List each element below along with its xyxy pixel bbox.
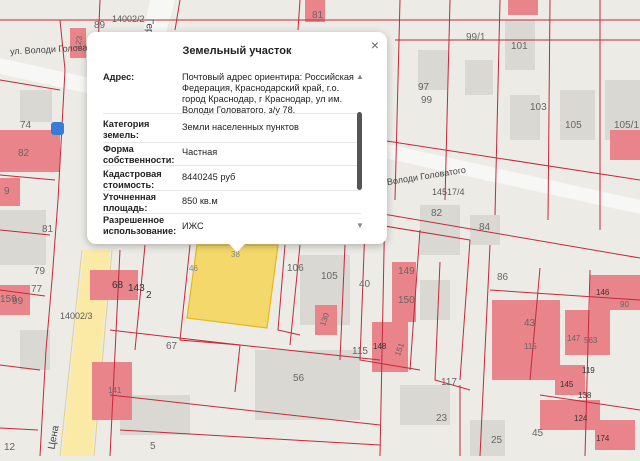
divider <box>103 165 361 166</box>
row-key: Уточненная площадь: <box>103 192 157 213</box>
house-number: 81 <box>42 224 54 235</box>
house-number: 43 <box>524 318 536 329</box>
cadastral-code: 14002/2 <box>112 14 145 24</box>
scroll-up-icon[interactable]: ▲ <box>356 72 364 81</box>
house-number: 5 <box>150 441 156 452</box>
house-number: 9 <box>4 186 10 197</box>
house-number: 2 <box>146 290 152 301</box>
cadastral-code: 14002/3 <box>60 311 93 321</box>
house-number: 141 <box>108 386 122 395</box>
house-number: 117 <box>441 377 457 388</box>
house-number: 105 <box>565 120 582 131</box>
row-value: Частная <box>182 147 218 157</box>
house-number: 77 <box>31 284 43 295</box>
house-number: 82 <box>18 148 30 159</box>
house-number: 115 <box>524 342 537 351</box>
divider <box>103 142 361 143</box>
house-number: 106 <box>287 263 304 274</box>
row-value: 850 кв.м <box>182 196 218 206</box>
house-number: 563 <box>584 336 598 345</box>
row-key: Форма собственности: <box>103 144 175 165</box>
house-number: 45 <box>532 428 544 439</box>
row-key: Кадастровая стоимость: <box>103 169 162 190</box>
cadastral-code: 14517/4 <box>432 187 465 197</box>
house-number: 105 <box>321 271 338 282</box>
house-number: 79 <box>34 266 46 277</box>
house-number: 149 <box>398 266 415 277</box>
row-value: 8440245 руб <box>182 172 236 182</box>
house-number: 99/1 <box>466 32 486 43</box>
parking-icon[interactable] <box>51 122 64 135</box>
house-number: 105/1 <box>614 120 640 131</box>
house-number: 86 <box>497 272 509 283</box>
scroll-down-icon[interactable]: ▼ <box>356 221 364 230</box>
divider <box>103 190 361 191</box>
house-number: 74 <box>20 120 32 131</box>
house-number: 101 <box>511 41 528 52</box>
house-number: 99 <box>12 296 24 307</box>
house-number: 145 <box>560 380 574 389</box>
house-number: 148 <box>373 342 387 351</box>
divider <box>103 213 361 214</box>
house-number: 46 <box>189 264 198 273</box>
house-number: 25 <box>491 435 503 446</box>
house-number: 89 <box>94 20 106 31</box>
house-number: 82 <box>431 208 443 219</box>
divider <box>103 113 361 114</box>
row-value: ИЖС <box>182 221 204 231</box>
house-number: 138 <box>578 391 592 400</box>
house-number: 67 <box>166 341 178 352</box>
house-number: 56 <box>293 373 305 384</box>
house-number: 174 <box>596 434 610 443</box>
house-number: 103 <box>530 102 547 113</box>
house-number: 84 <box>479 222 491 233</box>
cadastral-map[interactable]: ул. Володи Головатого ул. Володи Головат… <box>0 0 640 457</box>
house-number: 124 <box>574 414 588 423</box>
house-number: 150 <box>398 295 415 306</box>
house-number: 23 <box>436 413 448 424</box>
house-number: 90 <box>620 300 629 309</box>
house-number: 119 <box>582 366 595 375</box>
row-key: Разрешенное использование: <box>103 215 177 236</box>
house-number: 68 <box>112 280 124 291</box>
house-number: 99 <box>421 95 433 106</box>
house-number: 147 <box>567 334 581 343</box>
parcel-info-popup[interactable]: Земельный участок × Адрес: Почтовый адре… <box>87 32 387 252</box>
close-icon[interactable]: × <box>371 38 379 52</box>
house-number: 115 <box>352 346 368 357</box>
house-number: 12 <box>4 442 16 453</box>
house-number: 97 <box>418 82 430 93</box>
house-number: 146 <box>596 288 610 297</box>
row-key: Категория земель: <box>103 119 150 140</box>
row-value: Земли населенных пунктов <box>182 122 299 132</box>
row-key: Адрес: <box>103 72 135 82</box>
row-value: Почтовый адрес ориентира: Российская Фед… <box>182 72 354 115</box>
house-number: 40 <box>359 279 371 290</box>
scrollbar-thumb[interactable] <box>357 112 362 190</box>
popup-title: Земельный участок <box>182 45 292 57</box>
popup-pointer <box>229 244 245 252</box>
house-number: 143 <box>128 283 145 294</box>
house-number: 81 <box>312 10 324 21</box>
